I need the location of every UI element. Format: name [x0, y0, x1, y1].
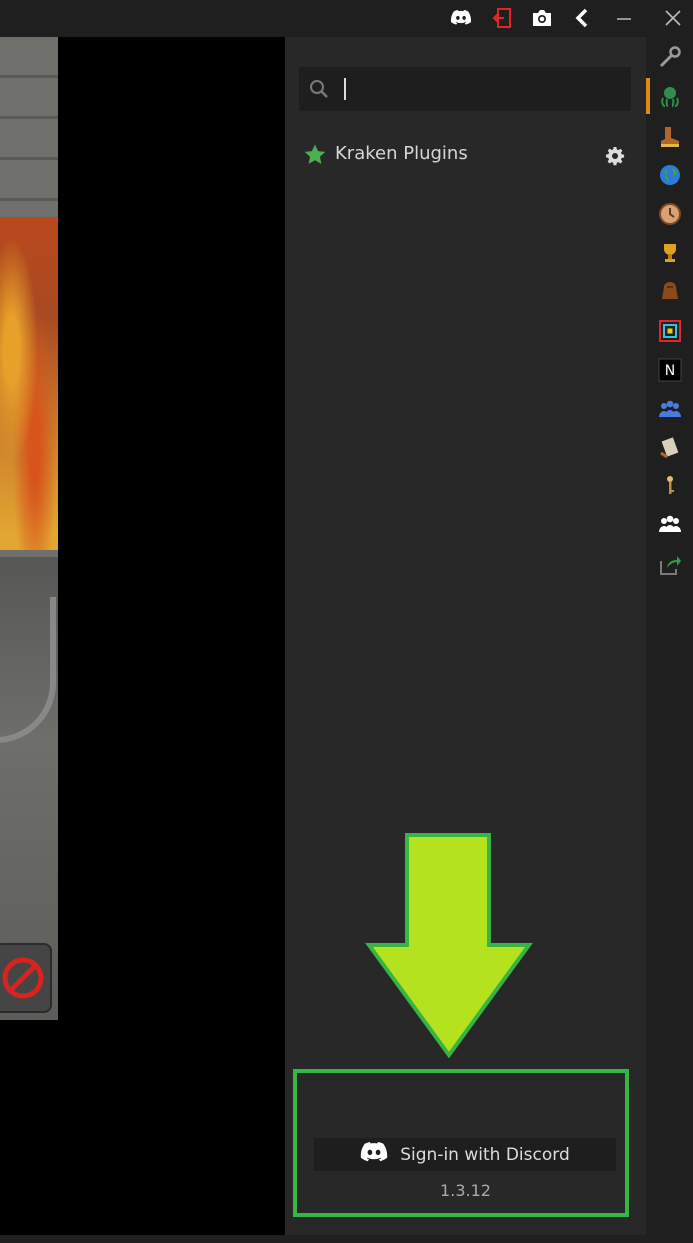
discord-icon: [360, 1141, 388, 1168]
back-arrow-icon[interactable]: [568, 4, 596, 32]
scroll-icon[interactable]: [656, 433, 683, 460]
close-icon[interactable]: [659, 4, 687, 32]
boot-icon[interactable]: [656, 123, 683, 150]
active-tab-indicator: [646, 78, 650, 114]
star-icon[interactable]: [303, 143, 327, 171]
title-bar: [0, 0, 693, 37]
share-icon[interactable]: [656, 551, 683, 578]
down-arrow-annotation-icon: [365, 833, 533, 1059]
discord-signin-button[interactable]: Sign-in with Discord: [314, 1138, 616, 1171]
svg-text:N: N: [664, 363, 674, 379]
search-icon: [309, 79, 329, 103]
bottom-border: [0, 1235, 693, 1243]
version-label: 1.3.12: [440, 1181, 491, 1200]
kraken-icon[interactable]: [656, 83, 683, 110]
globe-icon[interactable]: [656, 161, 683, 188]
target-square-icon[interactable]: [656, 317, 683, 344]
fire-texture: [0, 217, 58, 550]
search-input[interactable]: [344, 78, 346, 100]
friends-icon[interactable]: [656, 511, 683, 538]
bag-icon[interactable]: [656, 277, 683, 304]
game-scene: [0, 37, 58, 1020]
music-disabled-icon[interactable]: [0, 943, 52, 1013]
camera-icon[interactable]: [528, 4, 556, 32]
discord-icon[interactable]: [447, 4, 475, 32]
plugin-sidebar: N: [646, 37, 693, 1235]
trophy-icon[interactable]: [656, 239, 683, 266]
clock-icon[interactable]: [656, 200, 683, 227]
party-icon[interactable]: [656, 395, 683, 422]
search-box[interactable]: [299, 67, 631, 111]
minimize-icon[interactable]: [610, 4, 638, 32]
keyring-icon[interactable]: [656, 472, 683, 499]
discord-signin-label: Sign-in with Discord: [400, 1144, 570, 1165]
wrench-icon[interactable]: [656, 43, 683, 70]
plugin-label: Kraken Plugins: [335, 143, 468, 164]
game-viewport[interactable]: [0, 37, 285, 1235]
logout-icon[interactable]: [488, 4, 516, 32]
gear-icon[interactable]: [605, 146, 625, 170]
notes-icon[interactable]: N: [656, 356, 683, 383]
plugin-item-kraken[interactable]: Kraken Plugins: [303, 143, 625, 167]
